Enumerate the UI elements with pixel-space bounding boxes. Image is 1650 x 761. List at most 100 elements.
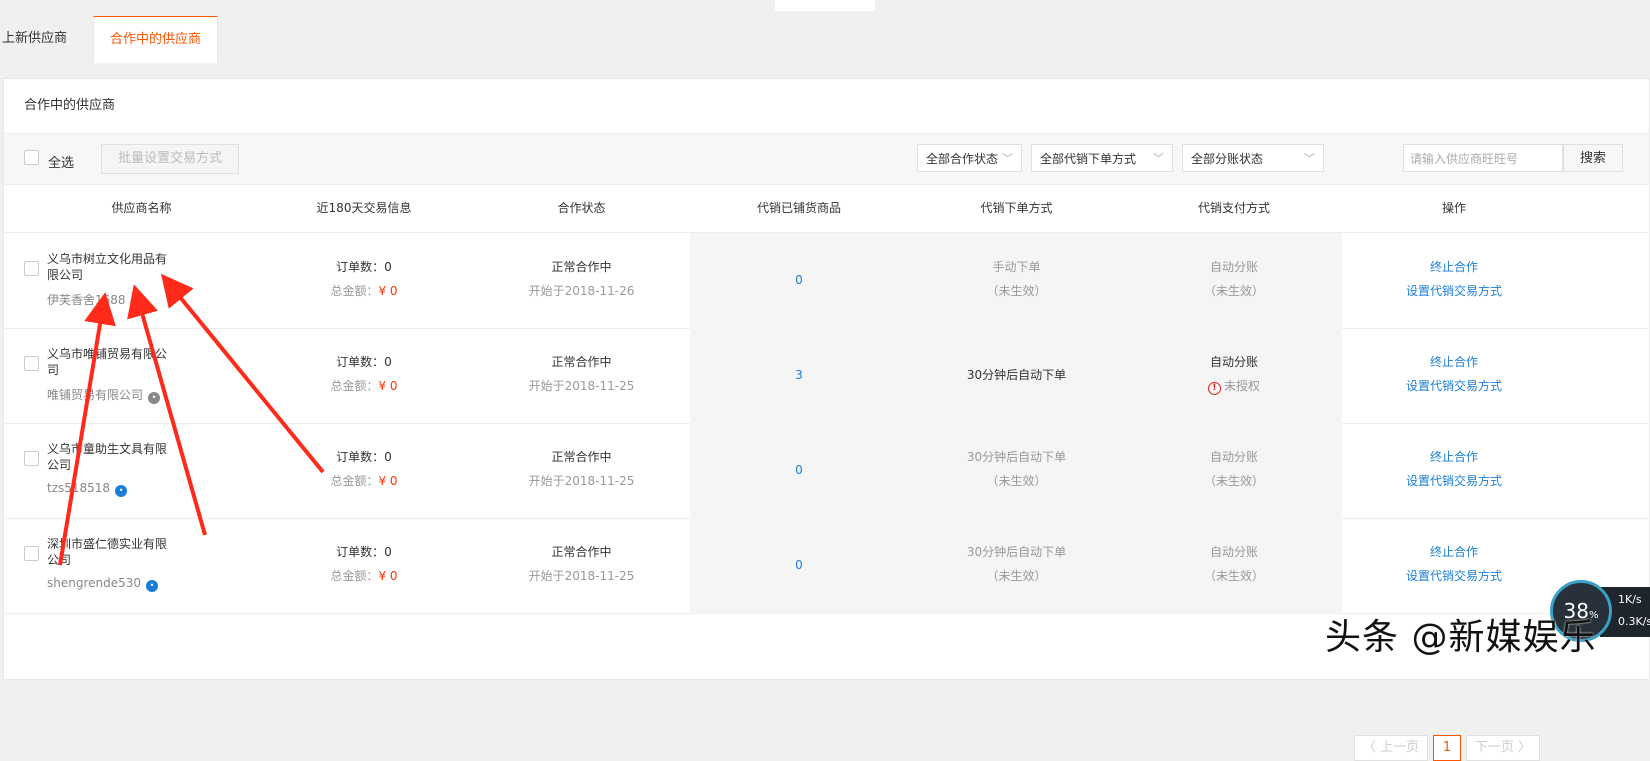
supplier-wangwang-id: tzs518518 • [47,481,128,497]
wangwang-chat-icon[interactable]: • [146,580,159,592]
prev-page-button[interactable]: 〈 上一页 [1354,735,1428,761]
total-amount: 总金额：¥ 0 [254,469,474,493]
row-checkbox[interactable] [24,356,39,371]
row-actions: 终止合作 设置代销交易方式 [1344,255,1564,303]
search-button[interactable]: 搜索 [1563,144,1623,172]
supplier-search-input[interactable]: 请输入供应商旺旺号 [1403,144,1563,172]
cooperation-status: 正常合作中开始于2018-11-25 [474,540,689,588]
filter-bar: 全选 批量设置交易方式 全部合作状态 ﹀ 全部代销下单方式 ﹀ 全部分账状态 ﹀… [4,133,1649,185]
row-checkbox[interactable] [24,261,39,276]
order-method: 30分钟后自动下单 （未生效） [909,540,1124,588]
order-count: 订单数：0 [336,260,392,274]
order-method: 30分钟后自动下单 （未生效） [909,445,1124,493]
start-date: 开始于2018-11-26 [528,284,635,298]
order-method-text: 30分钟后自动下单 [966,450,1067,464]
trade-info: 订单数：0 总金额：¥ 0 [254,350,474,398]
row-actions: 终止合作 设置代销交易方式 [1344,540,1564,588]
terminate-cooperation-link[interactable]: 终止合作 [1344,540,1564,564]
total-amount-value: ¥ 0 [378,379,398,393]
terminate-cooperation-link[interactable]: 终止合作 [1344,350,1564,374]
payment-method-text: 自动分账 [1209,355,1258,369]
upload-speed: 1K/s [1618,593,1642,606]
row-actions: 终止合作 设置代销交易方式 [1344,445,1564,493]
warning-icon: ! [1207,382,1221,395]
total-amount-label: 总金额： [330,569,379,583]
total-amount-label: 总金额： [330,379,379,393]
select-all-label: 全选 [48,156,75,171]
trade-info: 订单数：0 总金额：¥ 0 [254,255,474,303]
row-checkbox[interactable] [24,451,39,466]
chevron-down-icon: ﹀ [1002,152,1013,165]
cooperation-status-select[interactable]: 全部合作状态 ﹀ [917,144,1022,172]
column-header: 代销已铺货商品 [756,201,841,215]
chevron-down-icon: ﹀ [1304,152,1315,165]
cooperation-status: 正常合作中 开始于2018-11-25 [474,350,689,398]
set-trade-method-link[interactable]: 设置代销交易方式 [1344,374,1564,398]
order-count: 订单数：0 [336,355,392,369]
tab-new-suppliers[interactable]: 上新供应商 [0,16,83,62]
total-amount-value: ¥ 0 [378,284,398,298]
payment-note: （未生效） [1203,569,1264,583]
supplier-wangwang-id: 唯铺贸易有限公司 • [47,386,161,404]
table-row: 深圳市盛仁德实业有限公司 shengrende530 • 订单数：0 总金额：¥ 0 正常… [4,518,1649,614]
listed-goods-count-link[interactable]: 0 [689,553,909,577]
supplier-name: 深圳市盛仁德实业有限公司 [47,537,168,567]
set-trade-method-link[interactable]: 设置代销交易方式 [1344,564,1564,588]
tab-cooperating-suppliers[interactable]: 合作中的供应商 [93,16,219,63]
page-1-button[interactable]: 1 [1433,735,1461,761]
order-method: 手动下单 （未生效） [909,255,1124,303]
terminate-cooperation-link[interactable]: 终止合作 [1344,445,1564,469]
payment-method-text: 自动分账 [1209,545,1258,559]
next-page-button[interactable]: 下一页 〉 [1466,735,1540,761]
wangwang-id-text: shengrende530 [47,576,142,590]
listed-goods-count-link[interactable]: 3 [689,363,909,387]
payment-unauthorized: ! 未授权 [1124,374,1344,398]
status-text: 正常合作中 [551,450,612,464]
order-method-text: 30分钟后自动下单 [966,545,1067,559]
table-row: 义乌市唯铺贸易有限公司 唯铺贸易有限公司 • 订单数：0 总金额：¥ 0 正常合作中 开始于… [4,328,1649,424]
listed-goods-count-link[interactable]: 0 [689,268,909,292]
order-count: 订单数：0 [336,450,392,464]
set-trade-method-link[interactable]: 设置代销交易方式 [1344,469,1564,493]
wangwang-chat-icon[interactable]: • [115,485,128,497]
panel-title: 合作中的供应商 [24,98,116,113]
batch-set-trade-method-button[interactable]: 批量设置交易方式 [101,144,239,174]
wangwang-id-text: 唯铺贸易有限公司 [47,388,144,402]
status-text: 正常合作中 [551,260,612,274]
wangwang-chat-icon[interactable]: • [148,392,161,404]
payment-note: （未生效） [1203,284,1264,298]
order-method-select[interactable]: 全部代销下单方式 ﹀ [1031,144,1173,172]
terminate-cooperation-link[interactable]: 终止合作 [1344,255,1564,279]
total-amount: 总金额：¥ 0 [254,374,474,398]
order-method-note: （未生效） [986,284,1047,298]
wangwang-id-text: 伊芙香舍1688 [47,293,126,307]
split-status-select[interactable]: 全部分账状态 ﹀ [1182,144,1324,172]
order-method: 30分钟后自动下单 [909,363,1124,387]
set-trade-method-link[interactable]: 设置代销交易方式 [1344,279,1564,303]
supplier-name: 义乌市树立文化用品有限公司 [47,252,168,282]
top-tab-bar: 上新供应商 合作中的供应商 [0,0,1650,63]
wangwang-chat-icon[interactable]: • [130,297,143,309]
order-count: 订单数：0 [336,545,392,559]
row-checkbox[interactable] [24,546,39,561]
supplier-wangwang-id: 伊芙香舍1688 • [47,291,143,309]
listed-goods-count-link[interactable]: 0 [689,458,909,482]
column-header: 操作 [1441,201,1466,215]
supplier-name: 义乌市童助生文具有限公司 [47,442,168,472]
total-amount-label: 总金额： [330,474,379,488]
total-amount-label: 总金额： [330,284,379,298]
start-date: 开始于2018-11-25 [528,569,635,583]
column-header: 代销支付方式 [1197,201,1270,215]
total-amount-value: ¥ 0 [378,569,398,583]
total-amount: 总金额：¥ 0 [254,564,474,588]
column-header: 近180天交易信息 [316,201,412,215]
status-text: 正常合作中 [551,545,612,559]
chevron-down-icon: ﹀ [1153,152,1164,165]
payment-method-text: 自动分账 [1209,450,1258,464]
column-header: 代销下单方式 [980,201,1053,215]
watermark-text: 头条 @新媒娱乐 [1325,617,1597,658]
select-all-checkbox[interactable] [24,150,39,165]
supplier-panel: 合作中的供应商 全选 批量设置交易方式 全部合作状态 ﹀ 全部代销下单方式 ﹀ … [3,78,1650,761]
wangwang-id-text: tzs518518 [47,481,111,495]
cooperation-status-value: 全部合作状态 [926,152,999,166]
